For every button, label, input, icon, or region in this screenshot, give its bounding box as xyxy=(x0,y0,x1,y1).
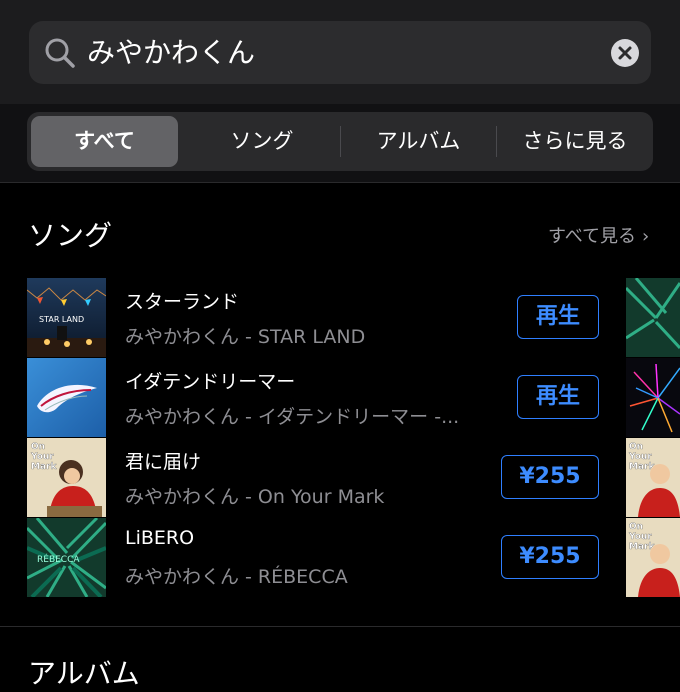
album-artwork xyxy=(27,358,106,437)
search-bar[interactable]: みやかわくん xyxy=(29,21,651,84)
song-row[interactable]: On Your Mark 君に届け みやかわくん - On Your Mark … xyxy=(0,438,625,518)
see-all-label: すべて見る xyxy=(548,226,637,247)
song-subtitle: みやかわくん - イダテンドリーマー -... xyxy=(125,406,460,428)
section-title-songs: ソング xyxy=(28,219,113,252)
song-subtitle: みやかわくん - RÉBECCA xyxy=(125,566,348,588)
buy-button[interactable]: ¥255 xyxy=(501,535,599,579)
song-subtitle: みやかわくん - STAR LAND xyxy=(125,326,366,348)
song-row[interactable]: RÉBECCA LiBERO みやかわくん - RÉBECCA ¥255 xyxy=(0,518,625,598)
song-title: LiBERO xyxy=(125,527,195,549)
artwork-text: STAR LAND xyxy=(39,315,84,324)
album-artwork: STAR LAND xyxy=(27,278,106,357)
search-input[interactable]: みやかわくん xyxy=(87,21,255,84)
buy-button[interactable]: ¥255 xyxy=(501,455,599,499)
song-title: イダテンドリーマー xyxy=(125,371,296,393)
song-title: 君に届け xyxy=(125,451,202,473)
svg-text:On: On xyxy=(629,522,643,532)
search-header: みやかわくん xyxy=(0,0,680,104)
next-column-artwork xyxy=(626,358,680,437)
see-all-link[interactable]: すべて見る › xyxy=(548,226,649,248)
song-title: スターランド xyxy=(125,291,240,313)
next-column-artwork: On Your Mark xyxy=(626,518,680,597)
play-button[interactable]: 再生 xyxy=(517,295,599,339)
svg-text:Your: Your xyxy=(628,452,652,462)
chevron-right-icon: › xyxy=(642,226,650,247)
song-row[interactable]: STAR LAND スターランド みやかわくん - STAR LAND 再生 xyxy=(0,278,625,358)
svg-text:On: On xyxy=(31,442,45,452)
album-artwork: RÉBECCA xyxy=(27,518,106,597)
svg-text:Your: Your xyxy=(628,532,652,542)
section-title-albums: アルバム xyxy=(28,657,140,690)
divider xyxy=(0,182,680,183)
segmented-control: すべて ソング アルバム さらに見る xyxy=(27,112,653,171)
next-column-artwork xyxy=(626,278,680,357)
tab-all[interactable]: すべて xyxy=(31,116,178,167)
clear-icon[interactable] xyxy=(611,39,639,67)
artwork-text: RÉBECCA xyxy=(37,553,80,565)
svg-text:Mark: Mark xyxy=(31,462,57,472)
play-button[interactable]: 再生 xyxy=(517,375,599,419)
svg-text:On: On xyxy=(629,442,643,452)
next-column-artwork: On Your Mark xyxy=(626,438,680,517)
scope-bar: すべて ソング アルバム さらに見る xyxy=(0,104,680,182)
tab-songs[interactable]: ソング xyxy=(185,112,339,171)
svg-text:Your: Your xyxy=(30,452,54,462)
song-row[interactable]: イダテンドリーマー みやかわくん - イダテンドリーマー -... 再生 xyxy=(0,358,625,438)
album-artwork: On Your Mark xyxy=(27,438,106,517)
tab-more[interactable]: さらに見る xyxy=(497,112,653,171)
tab-albums[interactable]: アルバム xyxy=(341,112,496,171)
song-subtitle: みやかわくん - On Your Mark xyxy=(125,486,385,508)
search-icon xyxy=(43,36,77,70)
divider xyxy=(0,626,680,627)
